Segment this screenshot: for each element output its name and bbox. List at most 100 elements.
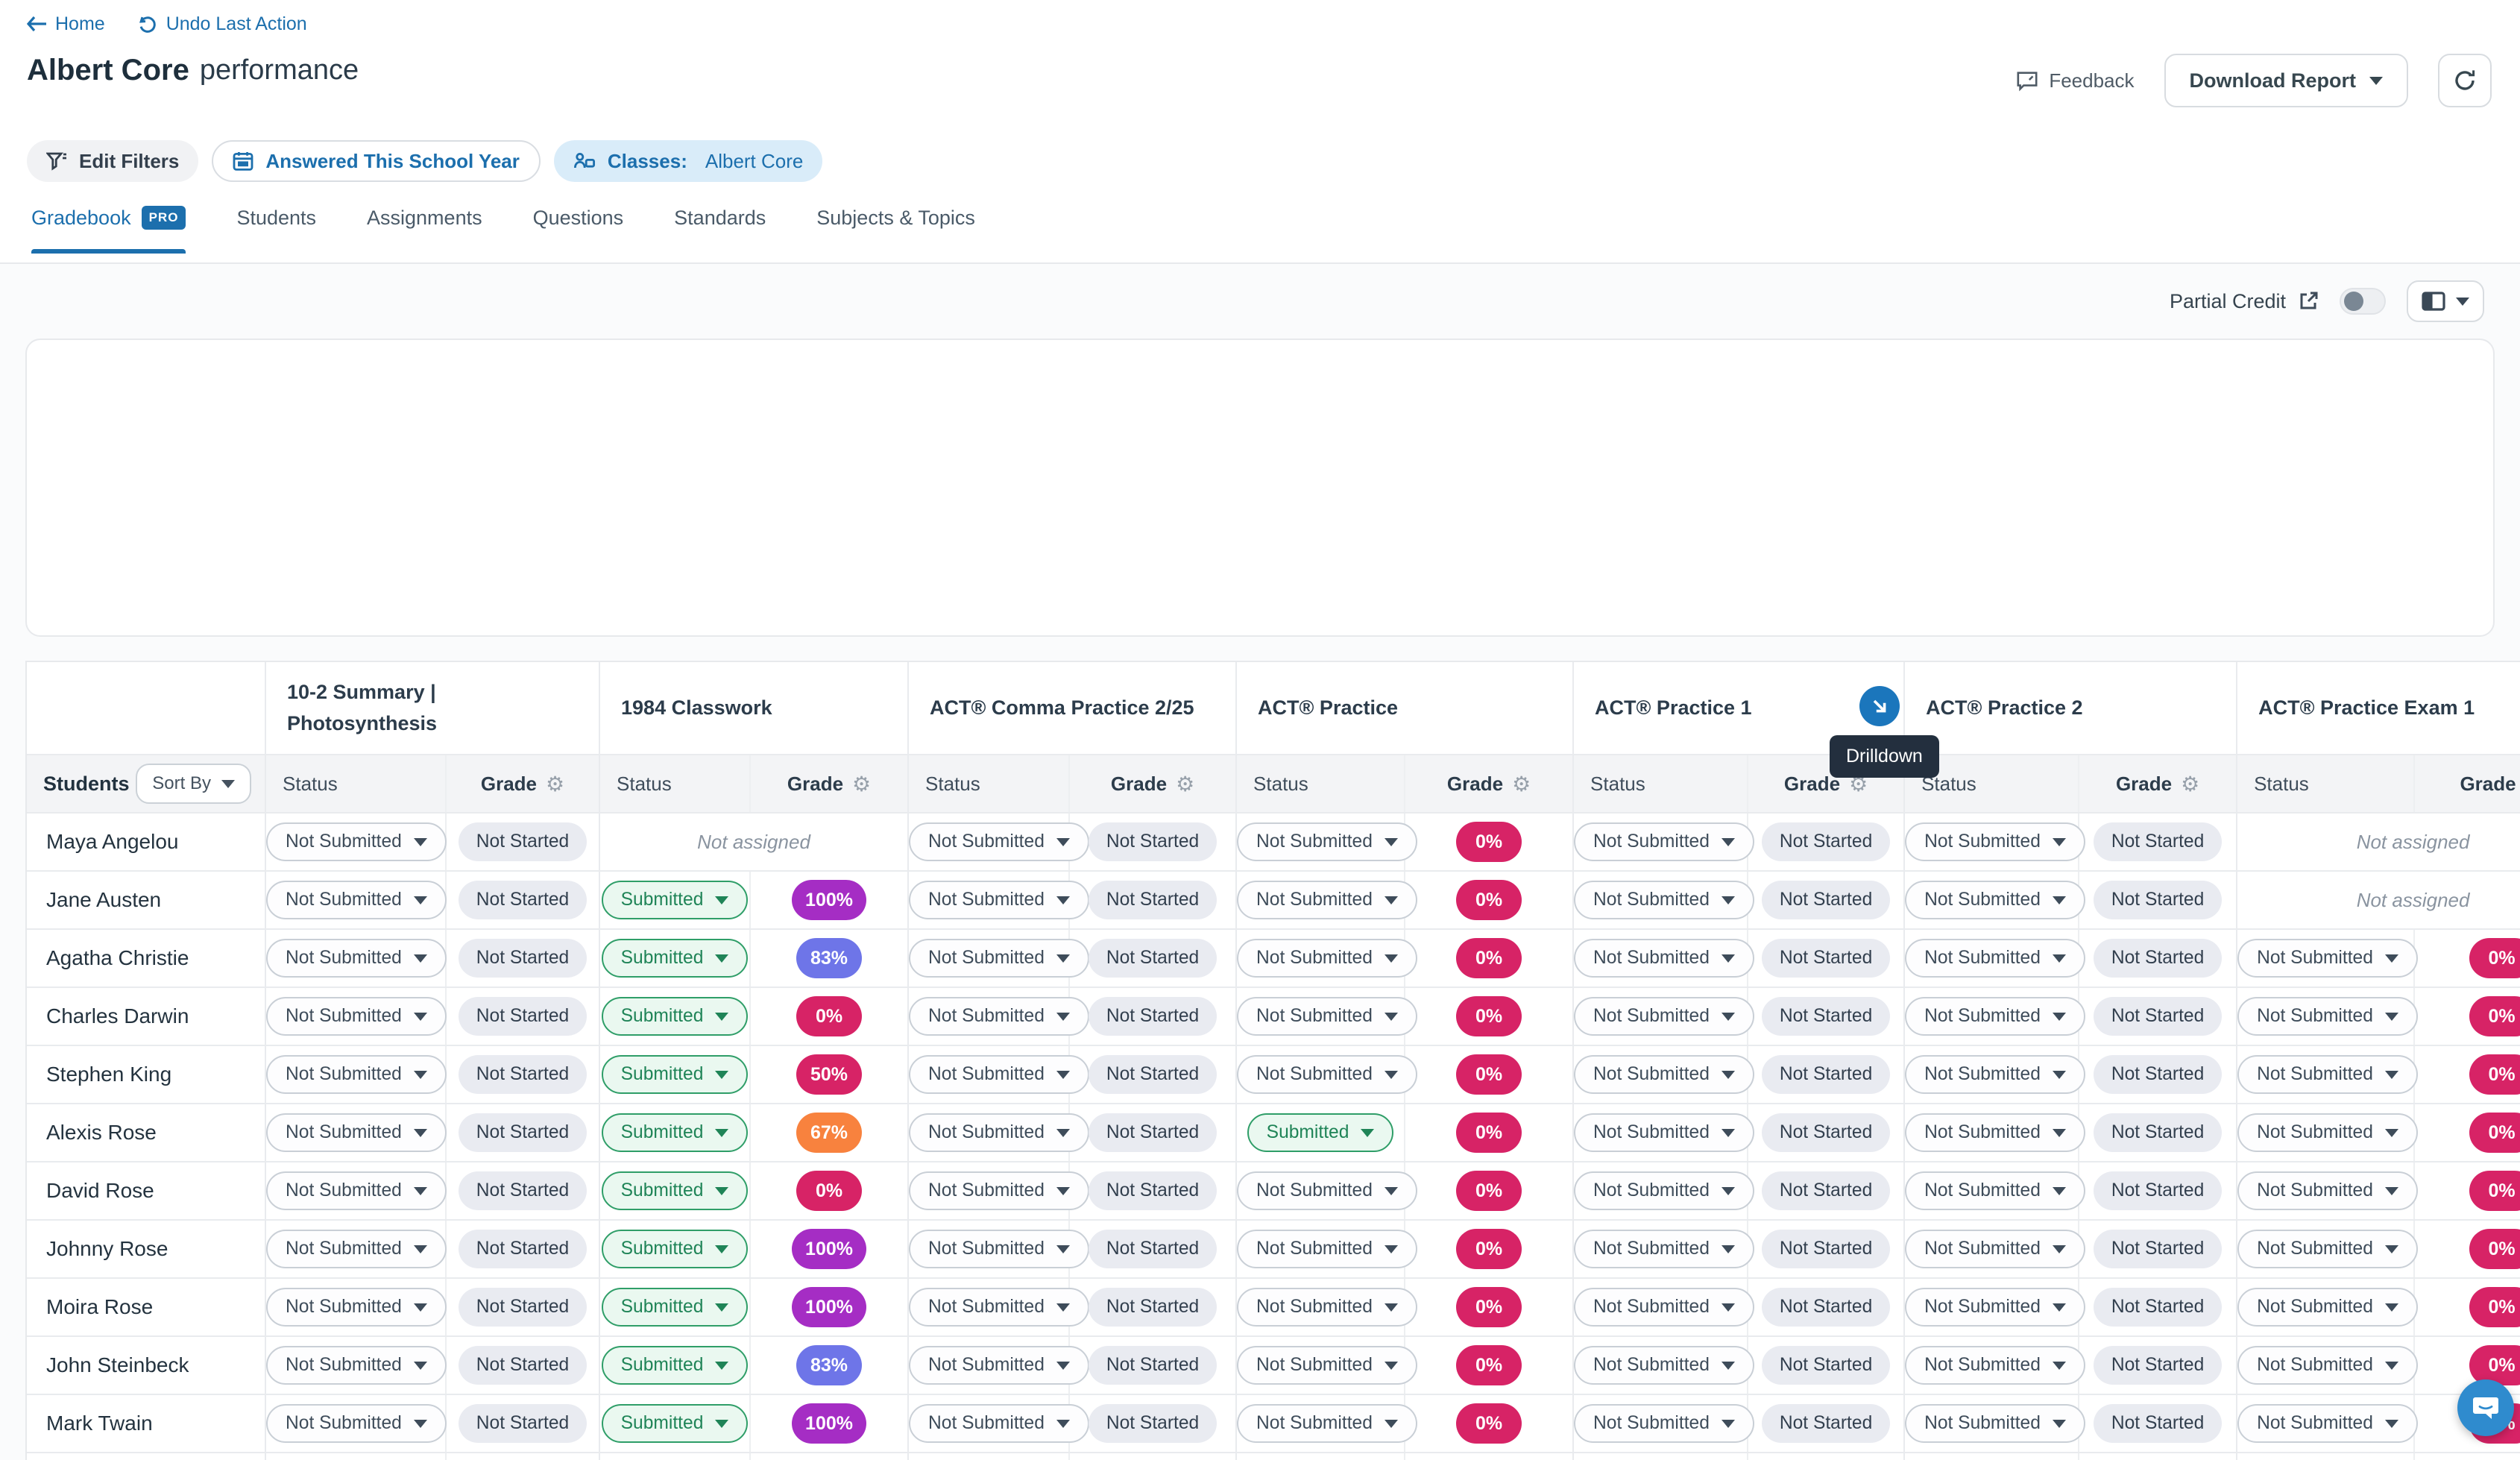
status-dropdown[interactable]: Not Submitted: [1574, 1113, 1754, 1152]
download-report-button[interactable]: Download Report: [2164, 54, 2409, 107]
status-dropdown[interactable]: Not Submitted: [1905, 822, 2085, 861]
status-dropdown[interactable]: Submitted: [602, 1288, 749, 1327]
edit-filters-button[interactable]: Edit Filters: [27, 140, 198, 182]
status-dropdown[interactable]: Not Submitted: [909, 881, 1089, 919]
status-dropdown[interactable]: Not Submitted: [266, 1113, 447, 1152]
status-dropdown[interactable]: Submitted: [602, 1113, 749, 1152]
status-dropdown[interactable]: Not Submitted: [909, 822, 1089, 861]
sort-by-button[interactable]: Sort By: [136, 764, 251, 804]
status-dropdown[interactable]: Not Submitted: [1237, 1288, 1417, 1327]
status-dropdown[interactable]: Submitted: [602, 997, 749, 1036]
tab-subjects-topics[interactable]: Subjects & Topics: [816, 207, 975, 254]
external-link-icon[interactable]: [2298, 291, 2319, 312]
tab-gradebook[interactable]: GradebookPRO: [31, 206, 186, 254]
status-dropdown[interactable]: Not Submitted: [1905, 1055, 2085, 1094]
status-dropdown[interactable]: Not Submitted: [2237, 1171, 2418, 1210]
status-dropdown[interactable]: Not Submitted: [266, 1055, 447, 1094]
status-dropdown[interactable]: Not Submitted: [2237, 1288, 2418, 1327]
status-dropdown[interactable]: Not Submitted: [1905, 1113, 2085, 1152]
status-dropdown-label: Not Submitted: [286, 1122, 402, 1143]
status-dropdown[interactable]: Not Submitted: [1905, 1346, 2085, 1385]
status-dropdown[interactable]: Not Submitted: [266, 1346, 447, 1385]
status-dropdown[interactable]: Not Submitted: [266, 1404, 447, 1443]
status-dropdown[interactable]: Not Submitted: [266, 1171, 447, 1210]
gear-icon[interactable]: ⚙: [1512, 772, 1531, 796]
status-dropdown[interactable]: Not Submitted: [1237, 1404, 1417, 1443]
status-dropdown[interactable]: Not Submitted: [1574, 1055, 1754, 1094]
status-dropdown[interactable]: Not Submitted: [909, 1288, 1089, 1327]
status-dropdown[interactable]: Not Submitted: [266, 881, 447, 919]
tab-questions[interactable]: Questions: [533, 207, 624, 254]
status-dropdown[interactable]: Not Submitted: [1905, 939, 2085, 978]
status-dropdown[interactable]: Not Submitted: [1574, 1346, 1754, 1385]
status-dropdown[interactable]: Not Submitted: [1574, 1404, 1754, 1443]
status-dropdown[interactable]: Not Submitted: [1237, 822, 1417, 861]
status-dropdown[interactable]: Submitted: [602, 881, 749, 919]
status-dropdown[interactable]: Not Submitted: [1574, 1171, 1754, 1210]
status-dropdown[interactable]: Not Submitted: [1574, 1288, 1754, 1327]
status-dropdown[interactable]: Not Submitted: [1237, 1171, 1417, 1210]
status-dropdown[interactable]: Not Submitted: [1237, 997, 1417, 1036]
status-dropdown[interactable]: Not Submitted: [1905, 1288, 2085, 1327]
gear-icon[interactable]: ⚙: [2181, 772, 2199, 796]
status-dropdown[interactable]: Not Submitted: [266, 1230, 447, 1268]
undo-last-action-link[interactable]: Undo Last Action: [138, 13, 307, 35]
partial-credit-toggle[interactable]: [2340, 288, 2386, 315]
tab-students[interactable]: Students: [236, 207, 316, 254]
status-dropdown[interactable]: Submitted: [602, 1346, 749, 1385]
status-dropdown[interactable]: Not Submitted: [1237, 1055, 1417, 1094]
status-dropdown[interactable]: Not Submitted: [1574, 939, 1754, 978]
gear-icon[interactable]: ⚙: [852, 772, 871, 796]
status-dropdown[interactable]: Not Submitted: [2237, 997, 2418, 1036]
feedback-button[interactable]: Feedback: [2016, 69, 2134, 92]
status-dropdown[interactable]: Not Submitted: [1237, 1230, 1417, 1268]
status-dropdown[interactable]: Not Submitted: [1905, 881, 2085, 919]
status-dropdown[interactable]: Not Submitted: [2237, 1404, 2418, 1443]
status-dropdown[interactable]: Not Submitted: [1905, 1230, 2085, 1268]
status-dropdown[interactable]: Submitted: [1247, 1113, 1394, 1152]
status-dropdown[interactable]: Not Submitted: [2237, 1230, 2418, 1268]
refresh-button[interactable]: [2438, 54, 2492, 107]
status-dropdown[interactable]: Not Submitted: [1905, 1404, 2085, 1443]
status-dropdown[interactable]: Not Submitted: [909, 1230, 1089, 1268]
status-dropdown[interactable]: Not Submitted: [909, 1171, 1089, 1210]
status-dropdown[interactable]: Not Submitted: [909, 1055, 1089, 1094]
status-dropdown[interactable]: Not Submitted: [2237, 1055, 2418, 1094]
classes-filter-chip[interactable]: Classes:Albert Core: [554, 140, 822, 182]
status-dropdown[interactable]: Not Submitted: [266, 1288, 447, 1327]
status-dropdown[interactable]: Not Submitted: [266, 939, 447, 978]
tab-assignments[interactable]: Assignments: [367, 207, 482, 254]
status-dropdown[interactable]: Not Submitted: [909, 1113, 1089, 1152]
status-dropdown[interactable]: Not Submitted: [909, 997, 1089, 1036]
status-dropdown[interactable]: Not Submitted: [1574, 1230, 1754, 1268]
status-dropdown[interactable]: Submitted: [602, 1404, 749, 1443]
status-dropdown[interactable]: Submitted: [602, 1171, 749, 1210]
status-dropdown[interactable]: Submitted: [602, 1230, 749, 1268]
status-dropdown[interactable]: Submitted: [602, 939, 749, 978]
status-dropdown[interactable]: Not Submitted: [1237, 881, 1417, 919]
status-dropdown[interactable]: Not Submitted: [909, 1346, 1089, 1385]
status-dropdown[interactable]: Submitted: [602, 1055, 749, 1094]
status-dropdown[interactable]: Not Submitted: [1905, 997, 2085, 1036]
status-dropdown[interactable]: Not Submitted: [1905, 1171, 2085, 1210]
status-dropdown[interactable]: Not Submitted: [2237, 1346, 2418, 1385]
status-dropdown[interactable]: Not Submitted: [909, 1404, 1089, 1443]
column-options-button[interactable]: [2407, 280, 2484, 322]
status-dropdown[interactable]: Not Submitted: [1574, 822, 1754, 861]
gear-icon[interactable]: ⚙: [546, 772, 564, 796]
status-dropdown[interactable]: Not Submitted: [1237, 939, 1417, 978]
status-dropdown[interactable]: Not Submitted: [2237, 1113, 2418, 1152]
gear-icon[interactable]: ⚙: [1176, 772, 1194, 796]
status-dropdown[interactable]: Not Submitted: [1237, 1346, 1417, 1385]
tab-standards[interactable]: Standards: [674, 207, 766, 254]
home-link[interactable]: Home: [27, 13, 105, 35]
status-dropdown[interactable]: Not Submitted: [1574, 881, 1754, 919]
status-dropdown[interactable]: Not Submitted: [2237, 939, 2418, 978]
status-dropdown[interactable]: Not Submitted: [1574, 997, 1754, 1036]
drilldown-button[interactable]: [1859, 686, 1900, 726]
status-dropdown[interactable]: Not Submitted: [909, 939, 1089, 978]
status-dropdown[interactable]: Not Submitted: [266, 822, 447, 861]
chat-launcher-button[interactable]: [2457, 1379, 2514, 1436]
status-dropdown[interactable]: Not Submitted: [266, 997, 447, 1036]
answered-filter-chip[interactable]: Answered This School Year: [212, 140, 541, 182]
